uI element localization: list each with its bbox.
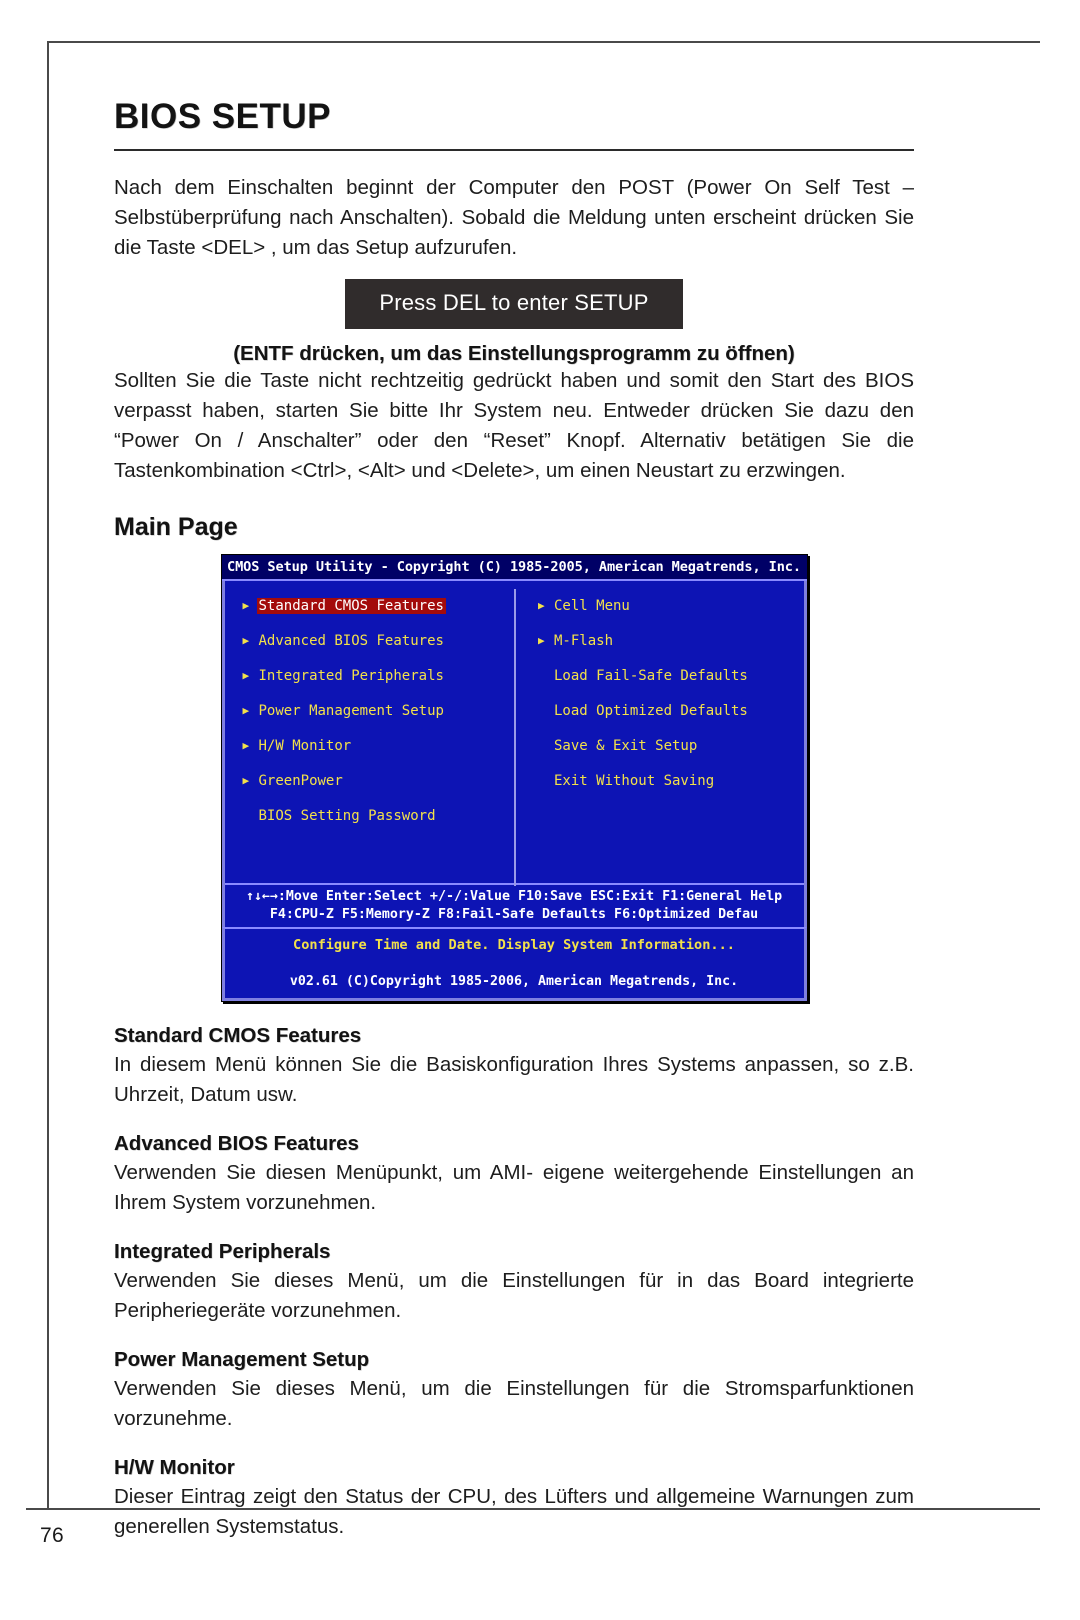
chevron-right-icon: ▶ (242, 774, 250, 787)
bios-key-help-line-2: F4:CPU-Z F5:Memory-Z F8:Fail-Safe Defaul… (269, 907, 759, 922)
bios-version-text: v02.61 (C)Copyright 1985-2006, American … (289, 974, 739, 989)
bios-keyhelp-container: ↑↓←→:Move Enter:Select +/-/:Value F10:Sa… (221, 883, 807, 927)
bios-menu-item-label: Exit Without Saving (554, 773, 715, 789)
section-heading: Integrated Peripherals (114, 1240, 331, 1263)
bios-menu-item-label: Cell Menu (554, 598, 630, 614)
bios-menu-item-label: BIOS Setting Password (258, 808, 436, 824)
chevron-right-icon: ▶ (242, 704, 250, 717)
bios-menu-body: ▶ Standard CMOS Features ▶ Advanced BIOS… (221, 581, 807, 886)
bios-right-column: ▶ Cell Menu ▶ M-Flash ▶ Load Fail-Safe D… (514, 589, 804, 886)
section-advanced-bios-features: Advanced BIOS Features Verwenden Sie die… (114, 1132, 914, 1218)
del-banner-container: Press DEL to enter SETUP (114, 279, 914, 329)
bios-menu-item-m-flash[interactable]: ▶ M-Flash (538, 633, 804, 668)
chevron-right-icon: ▶ (242, 634, 250, 647)
chevron-right-icon: ▶ (242, 669, 250, 682)
bios-menu-item-integrated-peripherals[interactable]: ▶ Integrated Peripherals (243, 668, 515, 703)
bios-menu-item-label: H/W Monitor (258, 738, 352, 754)
bios-key-help: ↑↓←→:Move Enter:Select +/-/:Value F10:Sa… (224, 883, 804, 927)
bios-menu-item-standard-cmos-features[interactable]: ▶ Standard CMOS Features (243, 598, 515, 633)
bios-screenshot: CMOS Setup Utility - Copyright (C) 1985-… (220, 554, 808, 1002)
section-heading: H/W Monitor (114, 1456, 235, 1479)
bios-menu-item-label: GreenPower (258, 773, 343, 789)
press-del-banner: Press DEL to enter SETUP (345, 279, 683, 329)
bios-key-help-line-1: ↑↓←→:Move Enter:Select +/-/:Value F10:Sa… (245, 889, 783, 904)
bios-menu-item-exit-without-saving[interactable]: ▶ Exit Without Saving (538, 773, 804, 808)
bios-menu-item-advanced-bios-features[interactable]: ▶ Advanced BIOS Features (243, 633, 515, 668)
section-heading: Power Management Setup (114, 1348, 370, 1371)
title-divider (114, 149, 914, 151)
bios-menu-item-power-management-setup[interactable]: ▶ Power Management Setup (243, 703, 515, 738)
bios-menu-item-label: Load Fail-Safe Defaults (554, 668, 748, 684)
page-number: 76 (40, 1524, 64, 1547)
chevron-right-icon: ▶ (538, 599, 545, 612)
bios-menu-item-label: Integrated Peripherals (258, 668, 444, 684)
bios-menu-item-hw-monitor[interactable]: ▶ H/W Monitor (243, 738, 515, 773)
bios-menu-item-label: M-Flash (554, 633, 614, 649)
section-body: Verwenden Sie dieses Menü, um die Einste… (114, 1377, 914, 1430)
bios-menu-item-load-fail-safe-defaults[interactable]: ▶ Load Fail-Safe Defaults (538, 668, 804, 703)
bios-menu-item-label: Save & Exit Setup (554, 738, 698, 754)
bios-screenshot-container: CMOS Setup Utility - Copyright (C) 1985-… (114, 554, 914, 1002)
section-body: Dieser Eintrag zeigt den Status der CPU,… (114, 1485, 914, 1538)
section-body: In diesem Menü können Sie die Basiskonfi… (114, 1053, 914, 1106)
page-title: BIOS SETUP (114, 97, 331, 136)
chevron-right-icon: ▶ (242, 739, 250, 752)
page-content: BIOS SETUP Nach dem Einschalten beginnt … (114, 97, 914, 1542)
bios-menu-item-bios-setting-password[interactable]: ▶ BIOS Setting Password (243, 808, 515, 843)
bios-menu-item-label: Standard CMOS Features (256, 598, 446, 614)
chevron-right-icon: ▶ (538, 634, 545, 647)
chevron-right-icon: ▶ (242, 599, 250, 612)
intro-paragraph-1: Nach dem Einschalten beginnt der Compute… (114, 176, 914, 259)
section-standard-cmos-features: Standard CMOS Features In diesem Menü kö… (114, 1024, 914, 1110)
section-body: Verwenden Sie dieses Menü, um die Einste… (114, 1269, 914, 1322)
section-integrated-peripherals: Integrated Peripherals Verwenden Sie die… (114, 1240, 914, 1326)
section-hw-monitor: H/W Monitor Dieser Eintrag zeigt den Sta… (114, 1456, 914, 1542)
section-power-management-setup: Power Management Setup Verwenden Sie die… (114, 1348, 914, 1434)
bios-menu-item-greenpower[interactable]: ▶ GreenPower (243, 773, 515, 808)
bios-menu-item-label: Advanced BIOS Features (258, 633, 444, 649)
bios-footer: Configure Time and Date. Display System … (221, 927, 807, 1001)
section-heading: Advanced BIOS Features (114, 1132, 359, 1155)
bios-titlebar: CMOS Setup Utility - Copyright (C) 1985-… (221, 555, 807, 581)
section-body: Verwenden Sie diesen Menüpunkt, um AMI- … (114, 1161, 914, 1214)
intro-paragraph-2: Sollten Sie die Taste nicht rechtzeitig … (114, 369, 914, 482)
bios-menu-item-load-optimized-defaults[interactable]: ▶ Load Optimized Defaults (538, 703, 804, 738)
bios-left-column: ▶ Standard CMOS Features ▶ Advanced BIOS… (225, 589, 515, 886)
bios-hint-text: Configure Time and Date. Display System … (293, 937, 735, 953)
main-page-heading: Main Page (114, 513, 238, 541)
bios-menu-item-cell-menu[interactable]: ▶ Cell Menu (538, 598, 804, 633)
bios-menu-item-save-and-exit-setup[interactable]: ▶ Save & Exit Setup (538, 738, 804, 773)
bios-menu-item-label: Load Optimized Defaults (554, 703, 748, 719)
bios-menu-item-label: Power Management Setup (258, 703, 444, 719)
section-heading: Standard CMOS Features (114, 1024, 362, 1047)
bios-menu-columns: ▶ Standard CMOS Features ▶ Advanced BIOS… (225, 589, 804, 886)
del-banner-caption: (ENTF drücken, um das Einstellungsprogra… (233, 342, 795, 365)
